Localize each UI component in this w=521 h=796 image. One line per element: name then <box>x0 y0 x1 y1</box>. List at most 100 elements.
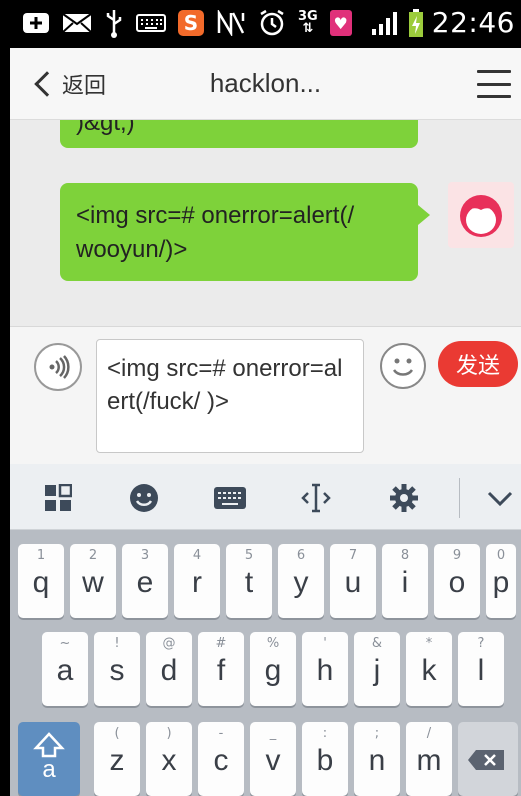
battery-charging-icon <box>408 8 424 38</box>
key-e[interactable]: 3e <box>122 544 168 618</box>
key-label: i <box>401 566 409 599</box>
cursor-icon[interactable] <box>298 480 334 516</box>
chat-area[interactable]: )&gt;) <img src=# onerror=alert(/ wooyun… <box>10 120 521 326</box>
toolbar-divider <box>459 478 460 518</box>
key-hint: & <box>371 636 383 651</box>
key-q[interactable]: 1q <box>18 544 64 618</box>
key-w[interactable]: 2w <box>70 544 116 618</box>
key-hint: ~ <box>59 636 71 651</box>
key-k[interactable]: * k <box>406 632 452 706</box>
soft-keyboard: 1q 2w 3e 4r 5t 6y 7u 8i 9o 0p ~ a ! s @ d #… <box>10 530 521 796</box>
key-o[interactable]: 9o <box>434 544 480 618</box>
key-hint: ' <box>323 636 327 651</box>
key-m[interactable]: / m <box>406 722 452 796</box>
key-d[interactable]: @ d <box>146 632 192 706</box>
key-hint: 3 <box>140 548 150 563</box>
shift-label: a <box>42 756 56 783</box>
key-label: m <box>416 744 442 777</box>
clock: 22:46 <box>431 6 515 39</box>
send-button[interactable]: 发送 <box>438 341 518 387</box>
title-bar: 返回 hacklon... <box>10 48 521 120</box>
key-n[interactable]: ; n <box>354 722 400 796</box>
apps-icon[interactable] <box>40 480 76 516</box>
key-hint: 9 <box>452 548 462 563</box>
network-label: 3G <box>298 9 318 24</box>
key-x[interactable]: ) x <box>146 722 192 796</box>
key-label: l <box>477 654 485 687</box>
key-label: w <box>82 566 104 599</box>
key-v[interactable]: _ v <box>250 722 296 796</box>
key-z[interactable]: (z <box>94 722 140 796</box>
emoji-icon[interactable] <box>380 343 426 389</box>
composer: <img src=# onerror=alert(/fuck/ )> 发送 <box>10 326 521 464</box>
key-i[interactable]: 8i <box>382 544 428 618</box>
key-hint: _ <box>269 726 277 741</box>
network-3g-icon: 3G ⇅ <box>298 9 318 36</box>
key-hint: ; <box>374 726 380 741</box>
usb-icon <box>104 8 124 38</box>
key-r[interactable]: 4r <box>174 544 220 618</box>
key-hint: 5 <box>244 548 254 563</box>
key-p[interactable]: 0p <box>486 544 516 618</box>
status-bar-left: S 3G ⇅ ♥ <box>22 8 352 38</box>
sogou-icon: S <box>178 10 204 36</box>
message-input[interactable]: <img src=# onerror=alert(/fuck/ )> <box>96 339 364 453</box>
emoji-face-icon[interactable] <box>126 480 162 516</box>
key-hint: # <box>215 636 227 651</box>
key-hint: 6 <box>296 548 306 563</box>
key-s[interactable]: ! s <box>94 632 140 706</box>
key-hint: 1 <box>36 548 46 563</box>
keyboard-icon[interactable] <box>212 480 248 516</box>
key-j[interactable]: & j <box>354 632 400 706</box>
key-label: r <box>192 566 202 599</box>
key-hint: ? <box>477 636 485 651</box>
key-c[interactable]: -c <box>198 722 244 796</box>
avatar-girl-icon[interactable] <box>448 182 514 248</box>
add-icon <box>22 12 50 34</box>
collapse-icon[interactable] <box>482 480 518 516</box>
key-label: o <box>448 566 466 599</box>
key-hint: ( <box>114 726 120 741</box>
keyboard-toolbar <box>10 464 521 530</box>
key-label: g <box>264 654 282 687</box>
nfc-icon <box>216 10 246 36</box>
message-bubble[interactable]: )&gt;) <box>60 120 418 148</box>
shift-key[interactable]: a <box>18 722 80 796</box>
message-bubble[interactable]: <img src=# onerror=alert(/ wooyun/)> <box>60 183 430 281</box>
voice-icon[interactable] <box>34 343 82 391</box>
key-label: d <box>160 654 178 687</box>
mail-icon <box>62 12 92 34</box>
status-bar-right: 22:46 <box>370 6 515 39</box>
menu-icon[interactable] <box>477 70 511 98</box>
backspace-key[interactable] <box>458 722 518 796</box>
key-hint: / <box>426 726 432 741</box>
key-label: u <box>344 566 362 599</box>
key-u[interactable]: 7u <box>330 544 376 618</box>
backspace-icon <box>468 750 504 770</box>
key-f[interactable]: # f <box>198 632 244 706</box>
keyboard-icon <box>136 13 166 33</box>
signal-icon <box>370 9 400 37</box>
key-label: p <box>492 566 510 599</box>
settings-icon[interactable] <box>386 480 422 516</box>
key-t[interactable]: 5t <box>226 544 272 618</box>
key-b[interactable]: :b <box>302 722 348 796</box>
key-label: x <box>161 744 177 777</box>
key-hint: 8 <box>400 548 410 563</box>
key-a[interactable]: ~ a <box>42 632 88 706</box>
key-hint: ! <box>114 636 120 651</box>
status-bar: S 3G ⇅ ♥ 22:46 <box>0 0 521 48</box>
key-label: a <box>56 654 74 687</box>
key-l[interactable]: ? l <box>458 632 504 706</box>
key-g[interactable]: % g <box>250 632 296 706</box>
key-hint: : <box>322 726 328 741</box>
key-label: k <box>421 654 437 687</box>
key-label: f <box>216 654 226 687</box>
key-hint: 2 <box>88 548 98 563</box>
key-label: s <box>109 654 125 687</box>
key-label: t <box>244 566 254 599</box>
key-y[interactable]: 6y <box>278 544 324 618</box>
alarm-icon <box>258 9 286 37</box>
key-hint: 7 <box>348 548 358 563</box>
key-h[interactable]: ' h <box>302 632 348 706</box>
